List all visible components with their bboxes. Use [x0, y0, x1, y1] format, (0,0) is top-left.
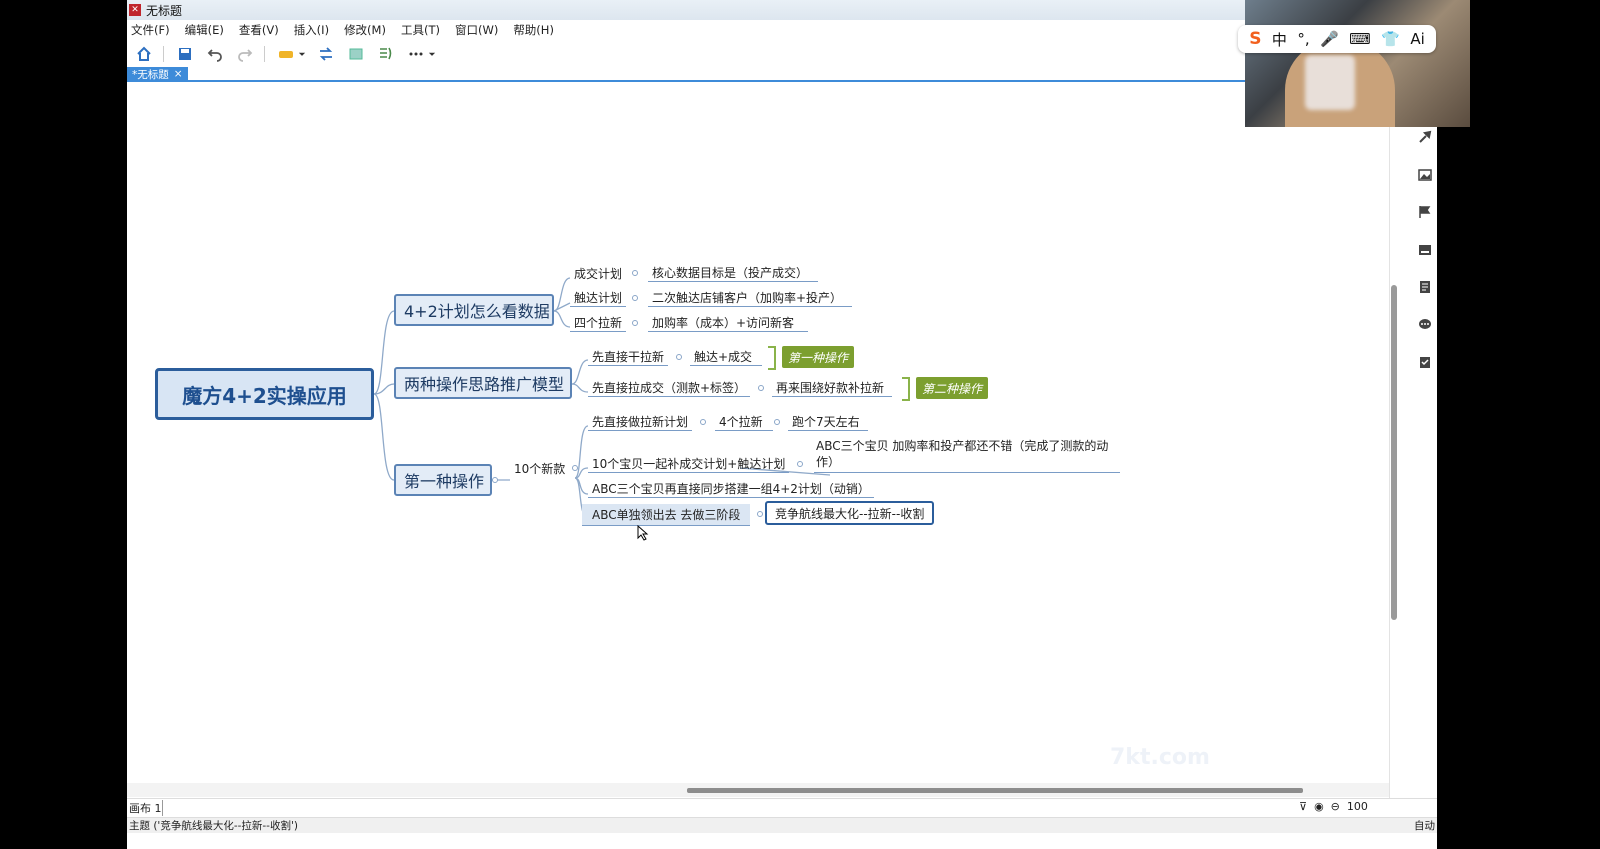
subtopic[interactable]: ABC三个宝贝再直接同步搭建一组4+2计划（动销） — [588, 480, 874, 498]
branch-two-models[interactable]: 两种操作思路推广模型 — [394, 367, 572, 399]
watermark: 7kt.com — [1110, 745, 1210, 770]
central-topic[interactable]: 魔方4+2实操应用 — [155, 368, 374, 420]
subtopic-detail-selected[interactable]: 竞争航线最大化--拉新--收割 — [765, 501, 935, 525]
ai-icon[interactable]: Ai — [1410, 30, 1424, 48]
subtopic[interactable]: 先直接干拉新 — [588, 348, 669, 366]
redo-icon[interactable] — [234, 43, 256, 65]
collapse-dot[interactable] — [700, 419, 706, 425]
subtopic-detail[interactable]: 核心数据目标是（投产成交） — [648, 264, 818, 282]
boundary-icon[interactable] — [345, 43, 367, 65]
eye-icon[interactable]: ◉ — [1314, 800, 1324, 813]
sogou-logo-icon[interactable]: S — [1249, 29, 1261, 49]
ime-chinese-mode[interactable]: 中 — [1272, 29, 1287, 50]
dropdown-arrow-icon[interactable] — [297, 43, 307, 65]
zoom-level: 100 — [1346, 800, 1368, 813]
toolbar-divider — [163, 45, 164, 62]
collapse-dot[interactable] — [774, 419, 780, 425]
app-window: ✕ 无标题 文件(F) 编辑(E) 查看(V) 插入(I) 修改(M) 工具(T… — [127, 0, 1437, 849]
menu-tools[interactable]: 工具(T) — [401, 22, 440, 38]
horizontal-scrollbar[interactable] — [687, 788, 1303, 793]
topic-style-icon[interactable] — [275, 43, 297, 65]
task-icon[interactable] — [1418, 355, 1432, 369]
relationship-icon[interactable] — [315, 43, 337, 65]
collapse-dot[interactable] — [676, 354, 682, 360]
microphone-icon[interactable]: 🎤 — [1320, 30, 1339, 48]
document-tab-strip: *无标题 × — [127, 67, 1437, 82]
subtopic-new-products[interactable]: 10个新款 — [510, 459, 569, 477]
window-title: 无标题 — [146, 3, 183, 18]
toolbar-divider — [264, 45, 265, 62]
subtopic-detail[interactable]: 加购率（成本）+访问新客 — [648, 314, 808, 332]
flag-icon[interactable] — [1418, 205, 1432, 219]
menu-insert[interactable]: 插入(I) — [294, 22, 329, 38]
subtopic-selected[interactable]: ABC单独领出去 去做三阶段 — [582, 504, 751, 526]
subtopic[interactable]: 先直接做拉新计划 — [588, 413, 693, 431]
vertical-scrollbar[interactable] — [1391, 285, 1397, 620]
dropdown-arrow-icon[interactable] — [427, 43, 437, 65]
status-selection: 主题 ('竞争航线最大化--拉新--收割') — [129, 820, 298, 832]
close-icon[interactable]: × — [174, 68, 183, 80]
filter-icon[interactable]: ⊽ — [1299, 800, 1307, 813]
subtopic-detail[interactable]: 跑个7天左右 — [788, 413, 868, 431]
status-bar: 主题 ('竞争航线最大化--拉新--收割') 自动 — [127, 817, 1437, 833]
summary-brace — [902, 377, 910, 401]
blurred-face — [1305, 55, 1355, 110]
menu-edit[interactable]: 编辑(E) — [185, 22, 224, 38]
summary-tag[interactable]: 第一种操作 — [782, 346, 855, 368]
mindmap-canvas[interactable] — [127, 83, 1389, 783]
tab-label: *无标题 — [132, 68, 169, 81]
collapse-dot[interactable] — [757, 511, 763, 517]
subtopic[interactable]: 成交计划 — [570, 264, 626, 282]
text-style-icon[interactable] — [1418, 243, 1432, 257]
subtopic-detail[interactable]: 4个拉新 — [715, 413, 773, 431]
summary-tag[interactable]: 第二种操作 — [916, 377, 989, 399]
comment-icon[interactable] — [1418, 318, 1432, 332]
skin-icon[interactable]: 👕 — [1381, 30, 1400, 48]
branch-first-operation[interactable]: 第一种操作 — [394, 464, 492, 496]
menu-view[interactable]: 查看(V) — [239, 22, 279, 38]
status-autosave: 自动 — [1414, 820, 1435, 832]
collapse-dot[interactable] — [632, 320, 638, 326]
subtopic-detail[interactable]: 再来围绕好款补拉新 — [772, 379, 892, 397]
image-icon[interactable] — [1418, 168, 1432, 182]
collapse-dot[interactable] — [492, 477, 498, 483]
save-icon[interactable] — [174, 43, 196, 65]
keyboard-icon[interactable]: ⌨ — [1349, 30, 1371, 48]
subtopic[interactable]: 触达计划 — [570, 289, 627, 307]
menu-help[interactable]: 帮助(H) — [513, 22, 554, 38]
subtopic-detail[interactable]: 触达+成交 — [690, 348, 762, 366]
branch-data-view[interactable]: 4+2计划怎么看数据 — [394, 294, 554, 326]
sheet-bar: 画布 1 ⊽ ◉ ⊖ 100 — [127, 798, 1437, 816]
home-icon[interactable] — [133, 43, 155, 65]
more-icon[interactable] — [405, 43, 427, 65]
xmind-app-icon: ✕ — [129, 4, 141, 16]
collapse-dot[interactable] — [572, 465, 578, 471]
menu-modify[interactable]: 修改(M) — [344, 22, 386, 38]
title-bar: ✕ 无标题 — [127, 0, 1437, 20]
notes-icon[interactable] — [1418, 280, 1432, 294]
webcam-overlay — [1245, 0, 1470, 127]
mouse-cursor-icon — [637, 525, 649, 541]
collapse-dot[interactable] — [797, 461, 803, 467]
summary-brace — [768, 346, 776, 370]
subtopic-detail[interactable]: 二次触达店铺客户（加购率+投产） — [648, 289, 852, 307]
menu-file[interactable]: 文件(F) — [131, 22, 170, 38]
subtopic[interactable]: 先直接拉成交（测款+标签） — [588, 379, 751, 397]
sheet-tab[interactable]: 画布 1 — [127, 799, 163, 816]
ime-punctuation-icon[interactable]: °, — [1297, 30, 1309, 48]
undo-icon[interactable] — [204, 43, 226, 65]
subtopic[interactable]: 10个宝贝一起补成交计划+触达计划 — [588, 455, 790, 473]
collapse-dot[interactable] — [632, 295, 638, 301]
menu-window[interactable]: 窗口(W) — [455, 22, 498, 38]
zoom-controls: ⊽ ◉ ⊖ 100 — [1299, 800, 1368, 813]
zoom-out-icon[interactable]: ⊖ — [1331, 800, 1340, 813]
collapse-dot[interactable] — [632, 270, 638, 276]
subtopic[interactable]: 四个拉新 — [570, 314, 627, 332]
brush-icon[interactable] — [1418, 130, 1432, 144]
summary-icon[interactable] — [375, 43, 397, 65]
subtopic-detail[interactable]: ABC三个宝贝 加购率和投产都还不错（完成了测款的动作） — [814, 438, 1120, 473]
ime-toolbar: S 中 °, 🎤 ⌨ 👕 Ai — [1238, 25, 1436, 53]
tab-untitled[interactable]: *无标题 × — [127, 67, 188, 81]
collapse-dot[interactable] — [758, 385, 764, 391]
